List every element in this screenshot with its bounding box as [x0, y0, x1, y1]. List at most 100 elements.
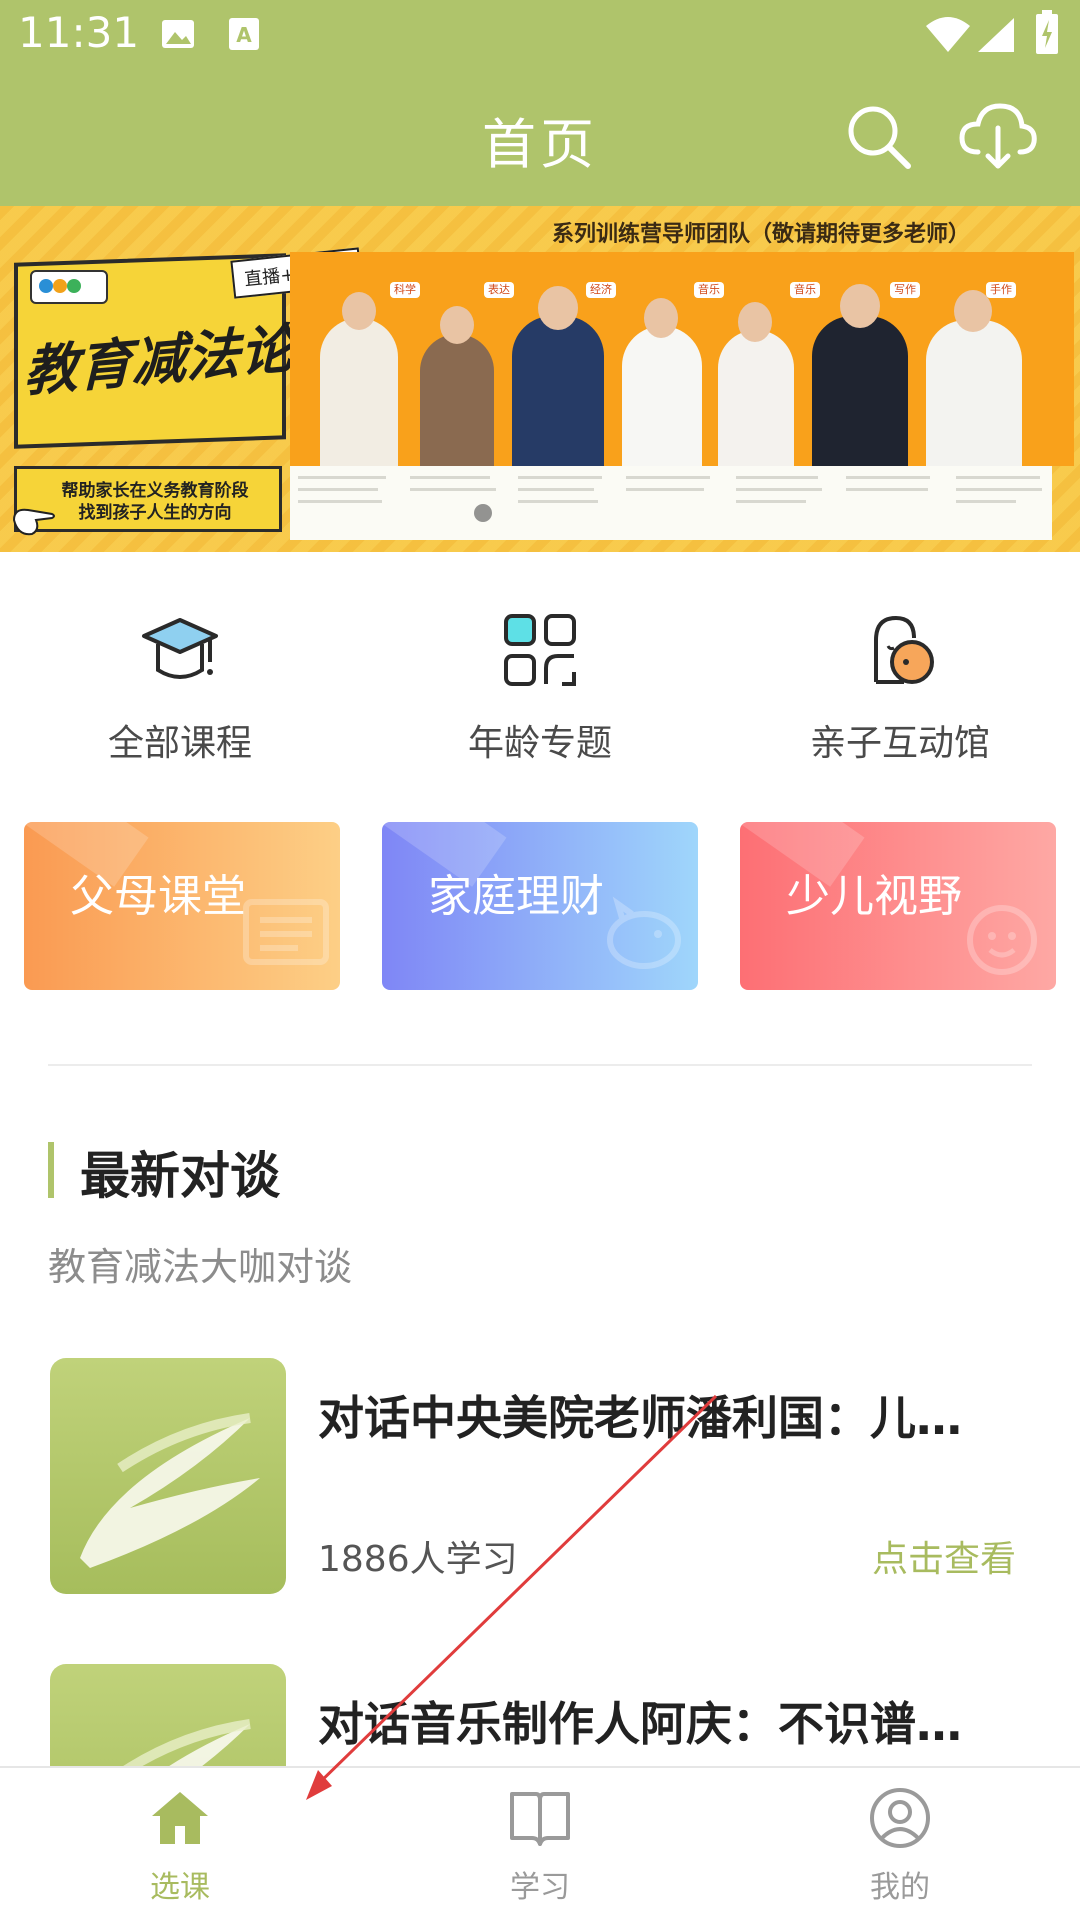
subject-chip: 手作	[986, 282, 1016, 298]
logo-dots-icon	[39, 279, 81, 293]
piggy-bank-icon	[607, 896, 681, 969]
bio-line	[626, 476, 710, 479]
teacher-figure	[718, 330, 794, 466]
top-app-bar: 11:31 A 首页	[0, 0, 1080, 206]
search-icon[interactable]	[842, 100, 914, 172]
section-divider	[48, 1064, 1032, 1066]
home-screen: 11:31 A 首页 系列训练营导师团队（敬请期待更多老师） 教育减法论 帮助家…	[0, 0, 1080, 1920]
list-item[interactable]: 对话中央美院老师潘利国：儿… 1886人学习 点击查看	[0, 1358, 1080, 1598]
gallery-notification-icon	[162, 20, 194, 48]
teacher-head	[440, 306, 474, 344]
menu-label: 年龄专题	[467, 723, 612, 764]
graduation-cap-icon	[142, 618, 218, 679]
learner-count: 1886人学习	[318, 1539, 518, 1580]
bio-line	[518, 500, 598, 503]
menu-all-courses[interactable]: 全部课程	[0, 600, 360, 770]
card-label: 少儿视野	[786, 871, 962, 922]
feather-logo-icon	[80, 1413, 260, 1568]
svg-text:A: A	[236, 23, 252, 47]
bio-line	[846, 476, 930, 479]
text-notification-icon: A	[229, 18, 259, 50]
banner-subtitle-line1: 帮助家长在义务教育阶段	[61, 481, 249, 501]
signal-icon	[978, 18, 1014, 52]
teacher-figure	[926, 320, 1022, 466]
subject-chip: 表达	[484, 282, 514, 298]
status-bar: 11:31 A	[0, 0, 1080, 72]
item-title: 对话中央美院老师潘利国：儿…	[318, 1391, 962, 1445]
bio-line	[410, 488, 496, 491]
bio-line	[298, 500, 382, 503]
teacher-figure	[512, 316, 604, 466]
bio-line	[518, 488, 594, 491]
tab-study[interactable]: 学习	[360, 1768, 720, 1920]
subject-chip: 经济	[586, 282, 616, 298]
menu-age-topics[interactable]: 年龄专题	[360, 600, 720, 770]
tab-label: 选课	[150, 1870, 210, 1905]
bio-line	[956, 500, 1016, 503]
tab-label: 我的	[870, 1870, 930, 1905]
bio-line	[956, 476, 1040, 479]
page-title: 首页	[482, 113, 598, 176]
banner-top-text: 系列训练营导师团队（敬请期待更多老师）	[551, 222, 970, 247]
bio-line	[298, 476, 386, 479]
tab-profile[interactable]: 我的	[720, 1768, 1080, 1920]
book-icon	[510, 1792, 570, 1846]
parent-child-icon	[874, 615, 934, 684]
grid-icon	[504, 614, 576, 686]
bio-line	[736, 488, 822, 491]
teacher-head	[644, 298, 678, 338]
home-icon	[152, 1792, 208, 1844]
bio-line	[298, 488, 378, 491]
section-accent-bar	[48, 1142, 54, 1198]
menu-parent-child[interactable]: 亲子互动馆	[720, 600, 1080, 770]
bio-line	[736, 476, 818, 479]
teacher-figure	[812, 316, 908, 466]
card-family-finance[interactable]: 家庭理财	[382, 822, 698, 990]
teacher-figure	[622, 326, 702, 466]
section-title: 最新对谈	[80, 1147, 280, 1205]
quick-menu: 全部课程 年龄专题 亲子互动馆	[0, 600, 1080, 770]
card-label: 父母课堂	[70, 871, 246, 922]
user-icon	[870, 1788, 930, 1848]
banner-subtitle-line2: 找到孩子人生的方向	[78, 503, 232, 523]
subject-chip: 音乐	[790, 282, 820, 298]
item-title: 对话音乐制作人阿庆：不识谱…	[318, 1697, 962, 1751]
screen-icon	[243, 899, 329, 965]
feather-logo-icon	[123, 1719, 251, 1766]
view-link[interactable]: 点击查看	[872, 1530, 1016, 1582]
card-label: 家庭理财	[428, 871, 604, 922]
bio-line	[736, 500, 806, 503]
teacher-bio-strip	[290, 466, 1052, 540]
teacher-head	[538, 286, 578, 330]
pointing-hand-icon	[12, 508, 55, 536]
teacher-figure	[420, 334, 494, 466]
tab-courses[interactable]: 选课	[0, 1768, 360, 1920]
course-thumbnail	[50, 1358, 286, 1594]
bio-line	[518, 476, 602, 479]
card-parent-classroom[interactable]: 父母课堂	[24, 822, 340, 990]
banner-subtitle: 帮助家长在义务教育阶段 找到孩子人生的方向	[40, 480, 270, 524]
bio-line	[410, 476, 490, 479]
list-item[interactable]: 对话音乐制作人阿庆：不识谱…	[0, 1664, 1080, 1766]
teacher-head	[840, 284, 880, 328]
section-subtitle: 教育减法大咖对谈	[48, 1245, 353, 1289]
teacher-head	[342, 292, 376, 330]
teacher-figure	[320, 318, 398, 466]
carousel-indicator[interactable]	[474, 504, 492, 522]
wifi-icon	[926, 17, 970, 52]
status-time: 11:31	[18, 8, 140, 57]
subject-chip: 音乐	[694, 282, 724, 298]
bio-line	[626, 488, 704, 491]
subject-chip: 科学	[390, 282, 420, 298]
bio-line	[956, 488, 1042, 491]
cloud-download-icon[interactable]	[958, 100, 1038, 172]
teacher-head	[738, 302, 772, 342]
banner-logo	[30, 270, 108, 304]
menu-label: 亲子互动馆	[809, 723, 990, 764]
bio-line	[846, 488, 928, 491]
card-kids-vision[interactable]: 少儿视野	[740, 822, 1056, 990]
kid-face-icon	[967, 905, 1037, 975]
menu-label: 全部课程	[107, 723, 252, 764]
battery-icon	[1036, 10, 1058, 54]
subject-chip: 写作	[890, 282, 920, 298]
